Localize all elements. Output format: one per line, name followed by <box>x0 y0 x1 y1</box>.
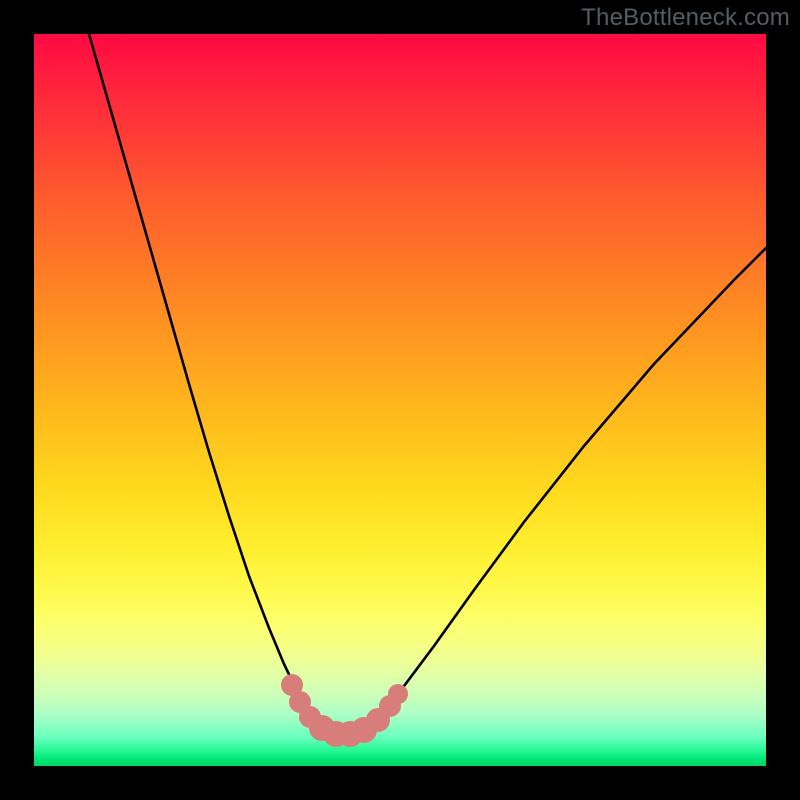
curve-marker <box>388 684 408 704</box>
plot-area <box>34 34 766 766</box>
bottleneck-curve <box>89 34 766 734</box>
curve-layer <box>34 34 766 766</box>
outer-frame: TheBottleneck.com <box>0 0 800 800</box>
curve-markers <box>281 674 408 747</box>
watermark-text: TheBottleneck.com <box>581 4 790 32</box>
